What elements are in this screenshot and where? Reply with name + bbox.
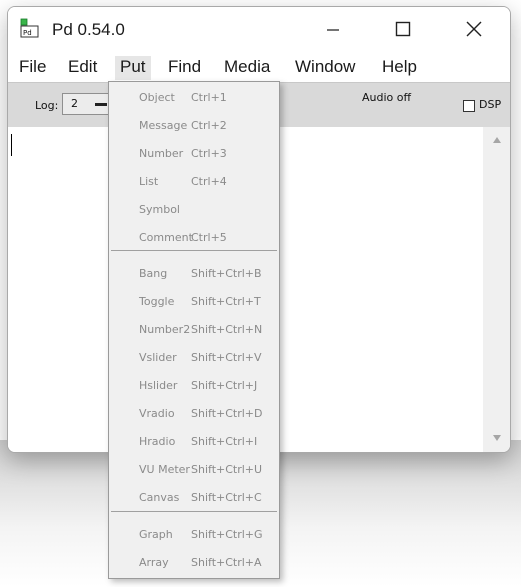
maximize-button[interactable]	[380, 7, 426, 51]
menu-item-label: Bang	[139, 267, 168, 280]
audio-status: Audio off	[362, 91, 412, 104]
menu-item-label: Comment	[139, 231, 193, 244]
put-menu-item-array[interactable]: Array Shift+Ctrl+A	[109, 551, 279, 575]
put-menu-item-symbol[interactable]: Symbol	[109, 198, 279, 222]
put-menu-item-number2[interactable]: Number2 Shift+Ctrl+N	[109, 318, 279, 342]
menu-item-label: Vslider	[139, 351, 177, 364]
put-menu-item-toggle[interactable]: Toggle Shift+Ctrl+T	[109, 290, 279, 314]
put-menu-item-canvas[interactable]: Canvas Shift+Ctrl+C	[109, 486, 279, 510]
menu-separator	[111, 511, 277, 512]
menu-item-shortcut: Ctrl+4	[191, 175, 227, 188]
menu-item-shortcut: Shift+Ctrl+T	[191, 295, 261, 308]
put-menu-item-graph[interactable]: Graph Shift+Ctrl+G	[109, 523, 279, 547]
scroll-up-icon[interactable]	[492, 136, 502, 144]
put-menu-item-list[interactable]: List Ctrl+4	[109, 170, 279, 194]
title-bar[interactable]: Pd Pd 0.54.0	[8, 7, 510, 53]
menu-item-label: Number2	[139, 323, 191, 336]
dsp-label: DSP	[479, 98, 502, 111]
dropdown-indicator-icon	[95, 103, 107, 106]
menu-item-label: Graph	[139, 528, 173, 541]
menu-item-label: Message	[139, 119, 188, 132]
menu-item-shortcut: Shift+Ctrl+G	[191, 528, 263, 541]
put-menu-item-vu-meter[interactable]: VU Meter Shift+Ctrl+U	[109, 458, 279, 482]
menu-item-shortcut: Shift+Ctrl+C	[191, 491, 262, 504]
put-menu-item-vslider[interactable]: Vslider Shift+Ctrl+V	[109, 346, 279, 370]
menu-find[interactable]: Find	[163, 56, 206, 80]
menu-item-shortcut: Ctrl+2	[191, 119, 227, 132]
menu-media[interactable]: Media	[219, 56, 275, 80]
log-level-value: 2	[71, 97, 78, 110]
menu-edit[interactable]: Edit	[63, 56, 102, 80]
menu-item-shortcut: Shift+Ctrl+A	[191, 556, 262, 569]
put-menu-item-vradio[interactable]: Vradio Shift+Ctrl+D	[109, 402, 279, 426]
menu-item-shortcut: Shift+Ctrl+N	[191, 323, 263, 336]
minimize-button[interactable]	[310, 7, 356, 51]
menu-item-shortcut: Ctrl+5	[191, 231, 227, 244]
put-menu-item-bang[interactable]: Bang Shift+Ctrl+B	[109, 262, 279, 286]
maximize-icon	[395, 21, 411, 37]
put-menu-item-object[interactable]: Object Ctrl+1	[109, 86, 279, 110]
dsp-checkbox[interactable]	[463, 100, 475, 112]
menu-item-shortcut: Shift+Ctrl+D	[191, 407, 263, 420]
menu-item-label: Number	[139, 147, 184, 160]
scroll-down-icon[interactable]	[492, 434, 502, 442]
menu-item-label: Vradio	[139, 407, 175, 420]
menu-item-shortcut: Shift+Ctrl+V	[191, 351, 262, 364]
close-icon	[466, 21, 482, 37]
window-title: Pd 0.54.0	[52, 20, 125, 39]
menu-item-shortcut: Ctrl+3	[191, 147, 227, 160]
put-menu-item-message[interactable]: Message Ctrl+2	[109, 114, 279, 138]
menu-item-label: Canvas	[139, 491, 180, 504]
menu-help[interactable]: Help	[377, 56, 422, 80]
menu-item-label: Hradio	[139, 435, 176, 448]
log-level-select[interactable]: 2	[62, 93, 110, 115]
pd-app-icon: Pd	[20, 18, 39, 38]
menu-item-shortcut: Shift+Ctrl+I	[191, 435, 258, 448]
menu-item-label: Toggle	[139, 295, 175, 308]
menu-item-shortcut: Shift+Ctrl+B	[191, 267, 262, 280]
menu-item-label: Object	[139, 91, 175, 104]
menu-file[interactable]: File	[14, 56, 51, 80]
minimize-icon	[327, 29, 339, 31]
menu-item-label: Symbol	[139, 203, 180, 216]
menu-window[interactable]: Window	[290, 56, 360, 80]
menu-item-shortcut: Ctrl+1	[191, 91, 227, 104]
menu-item-label: VU Meter	[139, 463, 190, 476]
menu-item-label: Hslider	[139, 379, 178, 392]
put-menu-item-comment[interactable]: Comment Ctrl+5	[109, 226, 279, 250]
text-cursor	[11, 134, 12, 156]
close-button[interactable]	[451, 7, 497, 51]
vertical-scrollbar[interactable]	[483, 127, 510, 452]
menu-item-shortcut: Shift+Ctrl+J	[191, 379, 258, 392]
put-menu-item-hslider[interactable]: Hslider Shift+Ctrl+J	[109, 374, 279, 398]
menu-bar: File Edit Put Find Media Window Help	[8, 53, 510, 81]
menu-item-shortcut: Shift+Ctrl+U	[191, 463, 263, 476]
svg-text:Pd: Pd	[23, 29, 32, 37]
put-menu-item-hradio[interactable]: Hradio Shift+Ctrl+I	[109, 430, 279, 454]
log-label: Log:	[35, 99, 59, 112]
put-menu-item-number[interactable]: Number Ctrl+3	[109, 142, 279, 166]
menu-separator	[111, 250, 277, 251]
menu-item-label: List	[139, 175, 159, 188]
menu-item-label: Array	[139, 556, 169, 569]
menu-put[interactable]: Put	[115, 56, 151, 80]
put-menu-dropdown: Object Ctrl+1 Message Ctrl+2 Number Ctrl+3 Lis…	[108, 81, 280, 579]
